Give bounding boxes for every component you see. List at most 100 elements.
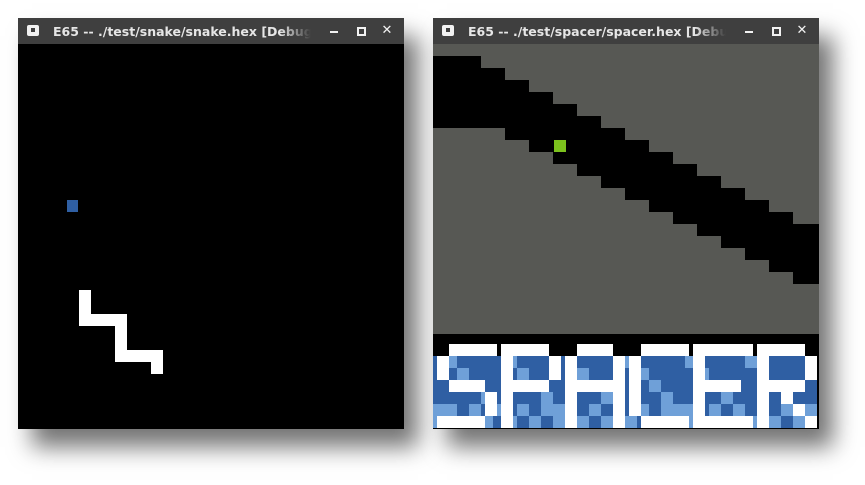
logo-letter-pixel bbox=[705, 380, 717, 392]
logo-letter-pixel bbox=[437, 356, 449, 368]
close-icon[interactable]: ✕ bbox=[791, 18, 813, 44]
logo-texture-pixel bbox=[661, 392, 673, 404]
logo-letter-pixel bbox=[705, 416, 717, 428]
logo-letter-pixel bbox=[501, 416, 513, 428]
logo-letter-pixel bbox=[485, 392, 497, 404]
logo-letter-pixel bbox=[677, 344, 689, 356]
logo-letter-pixel bbox=[757, 392, 769, 404]
logo-texture-pixel bbox=[565, 344, 577, 356]
snake-window[interactable]: E65 -- ./test/snake/snake.hex [Debug] [6… bbox=[18, 18, 404, 429]
logo-letter-pixel bbox=[729, 380, 741, 392]
logo-letter-pixel bbox=[473, 344, 485, 356]
logo-letter-pixel bbox=[565, 380, 577, 392]
logo-letter-pixel bbox=[693, 344, 705, 356]
game-screen[interactable] bbox=[18, 44, 404, 429]
logo-texture-pixel bbox=[649, 392, 661, 404]
maximize-icon[interactable] bbox=[350, 18, 372, 44]
logo-letter-pixel bbox=[437, 416, 449, 428]
logo-texture-pixel bbox=[433, 380, 445, 392]
logo-letter-pixel bbox=[485, 344, 497, 356]
logo-letter-pixel bbox=[601, 344, 613, 356]
logo-texture-pixel bbox=[445, 404, 457, 416]
logo-letter-pixel bbox=[757, 368, 769, 380]
logo-letter-pixel bbox=[537, 344, 549, 356]
logo-letter-pixel bbox=[757, 404, 769, 416]
logo-texture-pixel bbox=[709, 356, 721, 368]
logo-letter-pixel bbox=[629, 380, 641, 392]
logo-letter-pixel bbox=[525, 344, 537, 356]
logo-texture-pixel bbox=[745, 392, 757, 404]
logo-texture-pixel bbox=[805, 404, 817, 416]
logo-letter-pixel bbox=[629, 356, 641, 368]
logo-texture-pixel bbox=[709, 404, 721, 416]
logo-letter-pixel bbox=[449, 416, 461, 428]
logo-letter-pixel bbox=[757, 380, 769, 392]
logo-letter-pixel bbox=[589, 344, 601, 356]
app-icon[interactable] bbox=[27, 25, 39, 36]
logo-texture-pixel bbox=[649, 380, 661, 392]
logo-letter-pixel bbox=[641, 416, 653, 428]
logo-letter-pixel bbox=[793, 380, 805, 392]
logo-texture-pixel bbox=[469, 392, 481, 404]
logo-texture-pixel bbox=[433, 392, 445, 404]
logo-texture-pixel bbox=[649, 368, 661, 380]
logo-letter-pixel bbox=[577, 380, 589, 392]
logo-texture-pixel bbox=[457, 356, 469, 368]
logo-texture-pixel bbox=[673, 368, 685, 380]
maximize-icon[interactable] bbox=[765, 18, 787, 44]
title-bar[interactable]: E65 -- ./test/snake/snake.hex [Debug] [6… bbox=[18, 18, 404, 44]
logo-texture-pixel bbox=[709, 368, 721, 380]
logo-texture-pixel bbox=[745, 356, 757, 368]
logo-letter-pixel bbox=[613, 416, 625, 428]
logo-letter-pixel bbox=[501, 344, 513, 356]
close-icon[interactable]: ✕ bbox=[376, 18, 398, 44]
logo-letter-pixel bbox=[485, 404, 497, 416]
logo-letter-pixel bbox=[513, 380, 525, 392]
logo-letter-pixel bbox=[549, 356, 561, 368]
logo-letter-pixel bbox=[613, 392, 625, 404]
logo-letter-pixel bbox=[741, 344, 753, 356]
logo-texture-pixel bbox=[517, 392, 529, 404]
logo-texture-pixel bbox=[769, 392, 781, 404]
logo-texture-pixel bbox=[793, 356, 805, 368]
logo-texture-pixel bbox=[577, 356, 589, 368]
logo-texture-pixel bbox=[745, 404, 757, 416]
logo-letter-pixel bbox=[769, 344, 781, 356]
logo-letter-pixel bbox=[693, 392, 705, 404]
logo-texture-pixel bbox=[577, 404, 589, 416]
logo-texture-pixel bbox=[673, 380, 685, 392]
logo-texture-pixel bbox=[433, 404, 445, 416]
logo-texture-pixel bbox=[721, 356, 733, 368]
logo-texture-pixel bbox=[469, 368, 481, 380]
title-bar[interactable]: E65 -- ./test/spacer/spacer.hex [Debug] … bbox=[433, 18, 819, 44]
spacer-window[interactable]: E65 -- ./test/spacer/spacer.hex [Debug] … bbox=[433, 18, 819, 429]
minimize-icon[interactable] bbox=[323, 18, 345, 44]
logo-letter-pixel bbox=[677, 416, 689, 428]
logo-texture-pixel bbox=[517, 356, 529, 368]
logo-letter-pixel bbox=[717, 380, 729, 392]
logo-letter-pixel bbox=[693, 404, 705, 416]
logo-texture-pixel bbox=[721, 404, 733, 416]
logo-texture-pixel bbox=[577, 392, 589, 404]
screen-background bbox=[18, 44, 404, 429]
window-title: E65 -- ./test/spacer/spacer.hex [Debug] … bbox=[468, 24, 726, 39]
logo-texture-pixel bbox=[577, 416, 589, 428]
logo-texture-pixel bbox=[733, 404, 745, 416]
logo-letter-pixel bbox=[653, 344, 665, 356]
app-icon[interactable] bbox=[442, 25, 454, 36]
logo-letter-pixel bbox=[565, 404, 577, 416]
game-screen[interactable] bbox=[433, 44, 819, 429]
logo-texture-pixel bbox=[481, 368, 493, 380]
minimize-icon[interactable] bbox=[738, 18, 760, 44]
logo-letter-pixel bbox=[793, 404, 805, 416]
logo-letter-pixel bbox=[665, 416, 677, 428]
logo-letter-pixel bbox=[501, 392, 513, 404]
logo-letter-pixel bbox=[461, 416, 473, 428]
logo-letter-pixel bbox=[613, 380, 625, 392]
logo-letter-pixel bbox=[757, 416, 769, 428]
logo-texture-pixel bbox=[529, 356, 541, 368]
logo-texture-pixel bbox=[649, 404, 661, 416]
snake-segment bbox=[115, 350, 151, 362]
logo-letter-pixel bbox=[705, 344, 717, 356]
logo-texture-pixel bbox=[517, 368, 529, 380]
